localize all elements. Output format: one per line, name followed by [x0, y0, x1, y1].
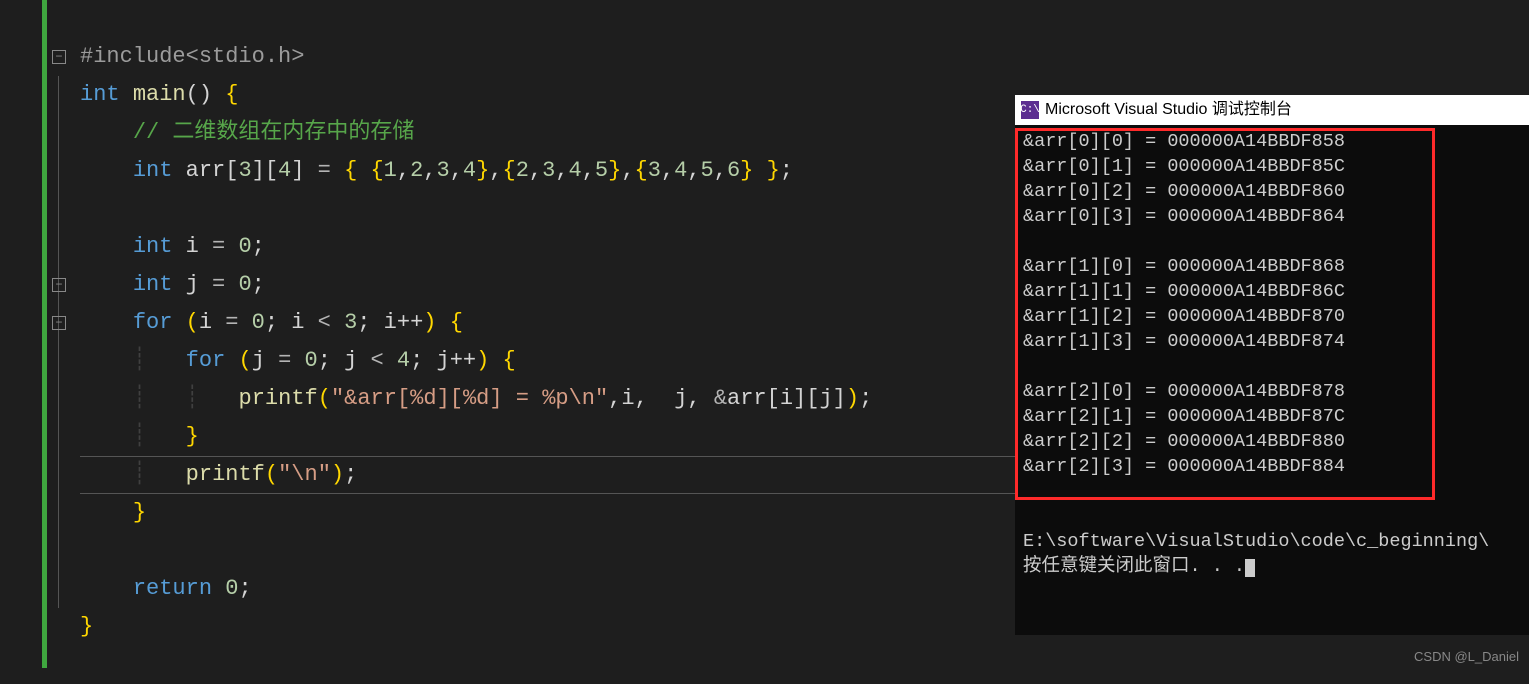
num: 0 [305, 348, 318, 373]
out-line: E:\software\VisualStudio\code\c_beginnin… [1023, 531, 1489, 552]
out-line: &arr[0][2] = 000000A14BBDF860 [1023, 181, 1345, 202]
ident-arr: arr [186, 158, 226, 183]
keyword-for: for [133, 310, 173, 335]
out-line: &arr[1][0] = 000000A14BBDF868 [1023, 256, 1345, 277]
incr: j++ [437, 348, 477, 373]
num: 0 [225, 576, 238, 601]
num: 3 [238, 158, 251, 183]
source-code[interactable]: #include<stdio.h> int main() { // 二维数组在内… [80, 0, 872, 684]
out-line: &arr[1][1] = 000000A14BBDF86C [1023, 281, 1345, 302]
out-line: &arr[0][3] = 000000A14BBDF864 [1023, 206, 1345, 227]
keyword-int: int [133, 234, 173, 259]
keyword-int: int [133, 158, 173, 183]
arg: j [674, 386, 687, 411]
out-line: &arr[1][2] = 000000A14BBDF870 [1023, 306, 1345, 327]
out-line: &arr[2][1] = 000000A14BBDF87C [1023, 406, 1345, 427]
keyword-int: int [133, 272, 173, 297]
include-target: <stdio.h> [186, 44, 305, 69]
watermark-text: CSDN @L_Daniel [1414, 649, 1519, 664]
fn-printf: printf [239, 386, 318, 411]
keyword-for: for [186, 348, 226, 373]
console-titlebar[interactable]: C:\ Microsoft Visual Studio 调试控制台 [1015, 95, 1529, 125]
fold-icon[interactable]: − [52, 316, 66, 330]
out-line: &arr[0][1] = 000000A14BBDF85C [1023, 156, 1345, 177]
keyword-int: int [80, 82, 120, 107]
out-line: &arr[1][3] = 000000A14BBDF874 [1023, 331, 1345, 352]
cursor-icon [1245, 559, 1255, 577]
num: 0 [252, 310, 265, 335]
fold-icon[interactable]: − [52, 50, 66, 64]
string-literal: "\n" [278, 462, 331, 487]
ident: i [291, 310, 304, 335]
console-title-text: Microsoft Visual Studio 调试控制台 [1045, 95, 1292, 125]
ident-j: j [186, 272, 199, 297]
arg: i [621, 386, 634, 411]
ident: i [199, 310, 212, 335]
out-line: &arr[2][0] = 000000A14BBDF878 [1023, 381, 1345, 402]
num: 4 [397, 348, 410, 373]
debug-console-window[interactable]: C:\ Microsoft Visual Studio 调试控制台 &arr[0… [1015, 95, 1529, 635]
num: 4 [278, 158, 291, 183]
ident: j [344, 348, 357, 373]
fn-printf: printf [186, 462, 265, 487]
fn-main: main [133, 82, 186, 107]
out-line: 按任意键关闭此窗口. . . [1023, 556, 1245, 577]
comment: // 二维数组在内存中的存储 [133, 120, 415, 145]
out-line: &arr[2][3] = 000000A14BBDF884 [1023, 456, 1345, 477]
num: 3 [344, 310, 357, 335]
incr: i++ [384, 310, 424, 335]
num: 0 [238, 234, 251, 259]
console-output[interactable]: &arr[0][0] = 000000A14BBDF858 &arr[0][1]… [1015, 125, 1529, 583]
ident-i: i [186, 234, 199, 259]
change-indicator [42, 0, 47, 668]
string-literal: "&arr[%d][%d] = %p\n" [331, 386, 608, 411]
out-line: &arr[0][0] = 000000A14BBDF858 [1023, 131, 1345, 152]
visual-studio-icon: C:\ [1021, 101, 1039, 119]
out-line: &arr[2][2] = 000000A14BBDF880 [1023, 431, 1345, 452]
fold-icon[interactable]: − [52, 278, 66, 292]
ident: j [252, 348, 265, 373]
num: 0 [238, 272, 251, 297]
preprocessor: #include [80, 44, 186, 69]
keyword-return: return [133, 576, 212, 601]
